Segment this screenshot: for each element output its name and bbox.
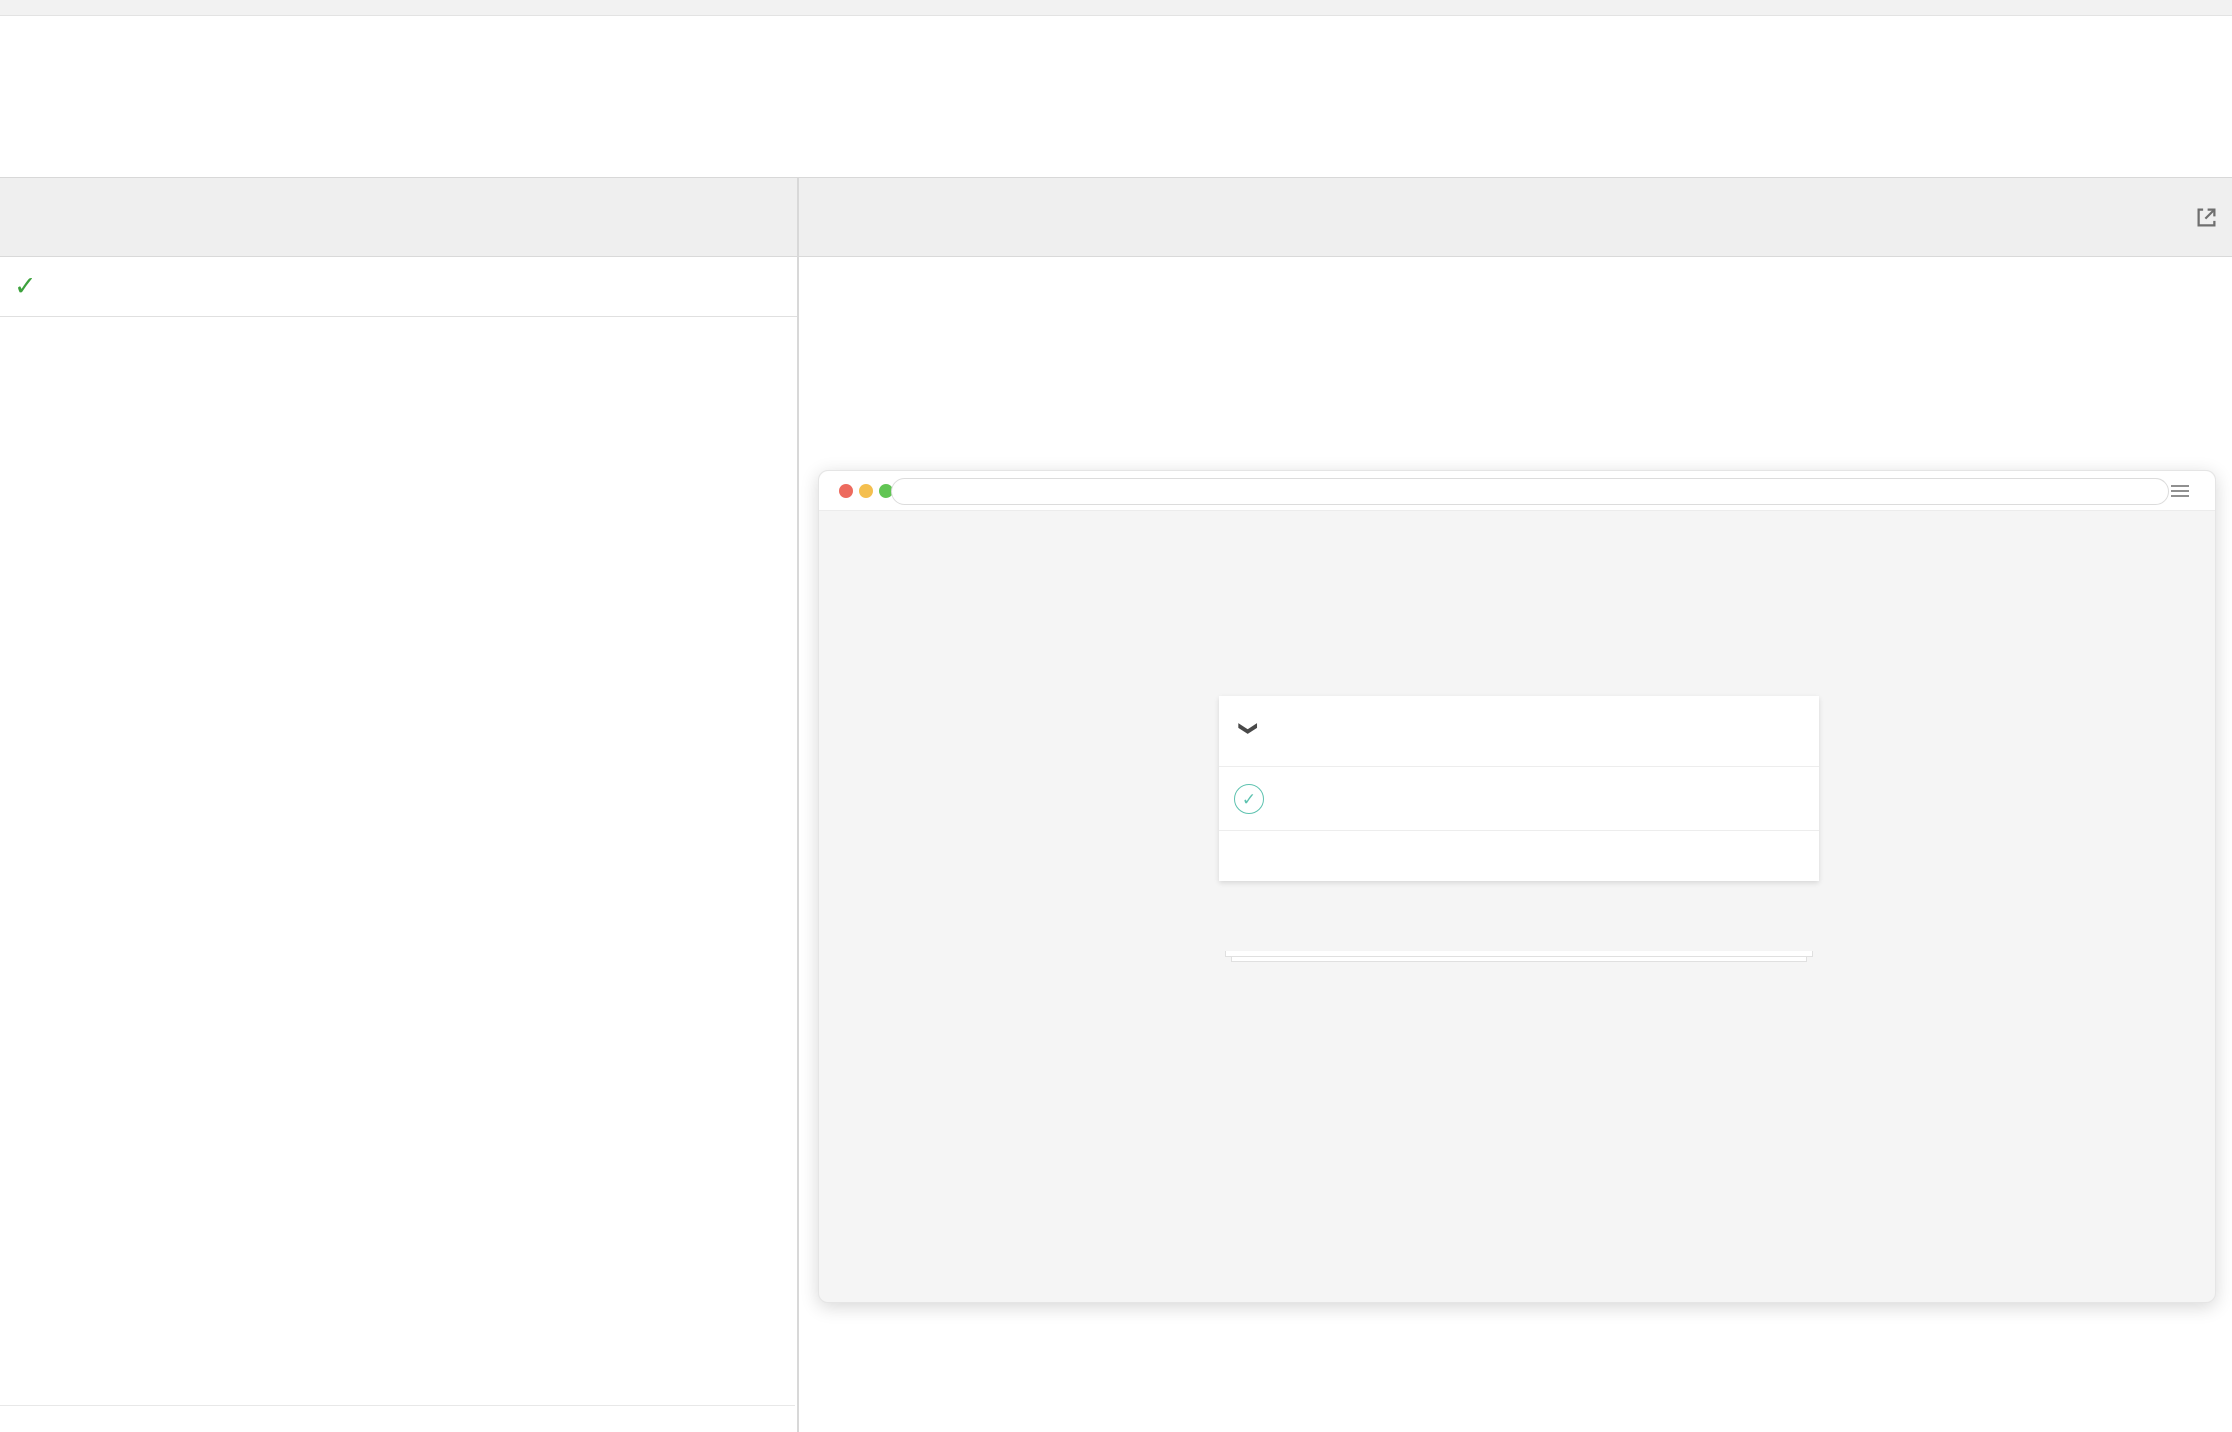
todo-app-snapshot: ❯ ✓ (819, 511, 2215, 1303)
new-todo-row: ❯ (1219, 696, 1819, 767)
card-stack-shadow-2 (1231, 957, 1807, 962)
passed-check-icon: ✓ (14, 271, 37, 302)
todo-footer (1219, 831, 1819, 881)
timeline-strip[interactable] (0, 16, 2232, 178)
trace-viewer-root: ✓ ❯ ✓ (0, 0, 2232, 1432)
browser-chrome-bar (819, 471, 2215, 511)
filter-group (1219, 831, 1819, 881)
address-bar (891, 478, 2169, 505)
traffic-light-close (839, 484, 853, 498)
app-info-footer (1219, 943, 1819, 952)
browser-window-snapshot: ❯ ✓ (818, 470, 2216, 1303)
todo-card: ❯ ✓ (1219, 696, 1819, 881)
todo-item-row: ✓ (1219, 767, 1819, 831)
actions-panel-tabbar (0, 178, 797, 257)
todo-toggle-checked-icon[interactable]: ✓ (1234, 784, 1264, 814)
test-status-row[interactable]: ✓ (0, 257, 797, 317)
snapshot-panel-tabbar (799, 178, 2232, 257)
open-external-icon[interactable] (2193, 204, 2220, 231)
traffic-light-minimize (859, 484, 873, 498)
actions-panel: ✓ (0, 178, 797, 1432)
action-list-bottom-divider (0, 1405, 795, 1406)
window-title-bar (0, 0, 2232, 16)
toggle-all-chevron-icon[interactable]: ❯ (1238, 721, 1259, 736)
menu-icon (2171, 485, 2189, 497)
